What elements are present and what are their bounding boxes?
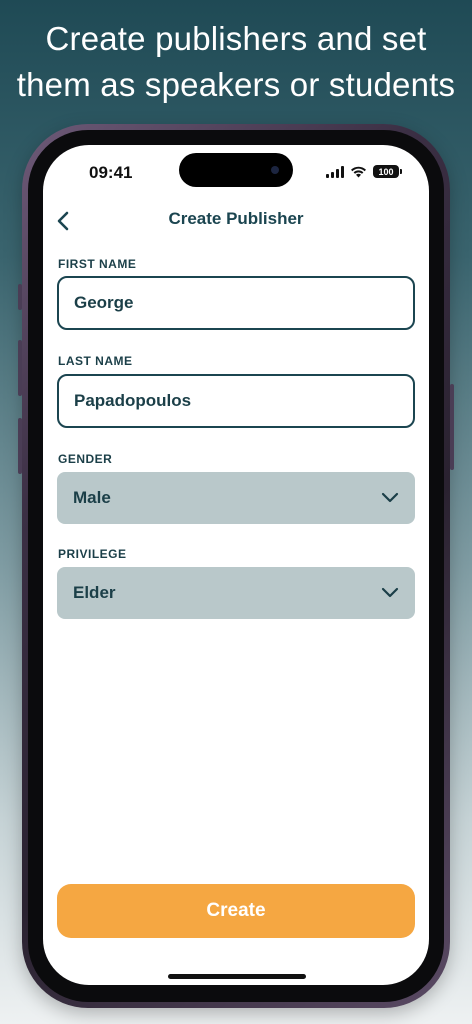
status-time: 09:41 <box>89 163 133 182</box>
wifi-icon <box>351 166 366 177</box>
last-name-label: LAST NAME <box>58 354 133 368</box>
privilege-select[interactable]: Elder <box>57 567 415 619</box>
page-title: Create Publisher <box>168 209 304 228</box>
create-button[interactable]: Create <box>57 884 415 938</box>
battery-icon: 100 <box>373 165 402 178</box>
last-name-field[interactable] <box>57 374 415 428</box>
headline-line-1: Create publishers and set <box>45 20 427 57</box>
chevron-down-icon <box>381 492 399 503</box>
gender-select[interactable]: Male <box>57 472 415 524</box>
first-name-label: FIRST NAME <box>58 257 137 271</box>
headline-line-2: them as speakers or students <box>16 66 456 103</box>
marketing-headline: Create publishers and set them as speake… <box>0 16 472 108</box>
chevron-down-icon <box>381 587 399 598</box>
phone-action-button <box>18 284 22 310</box>
cellular-signal-icon <box>326 165 344 178</box>
app-screen: 09:41 100 Create Publisher FIRST NAME LA… <box>43 145 429 985</box>
dynamic-island <box>179 153 293 187</box>
gender-label: GENDER <box>58 452 113 466</box>
status-icons: 100 <box>326 165 402 178</box>
home-indicator[interactable] <box>168 974 306 979</box>
privilege-selected-value: Elder <box>73 583 116 602</box>
gender-selected-value: Male <box>73 488 111 507</box>
phone-power-button <box>450 384 454 470</box>
first-name-field[interactable] <box>57 276 415 330</box>
camera-icon <box>271 166 279 174</box>
phone-volume-up-button <box>18 340 22 396</box>
privilege-label: PRIVILEGE <box>58 547 127 561</box>
phone-volume-down-button <box>18 418 22 474</box>
